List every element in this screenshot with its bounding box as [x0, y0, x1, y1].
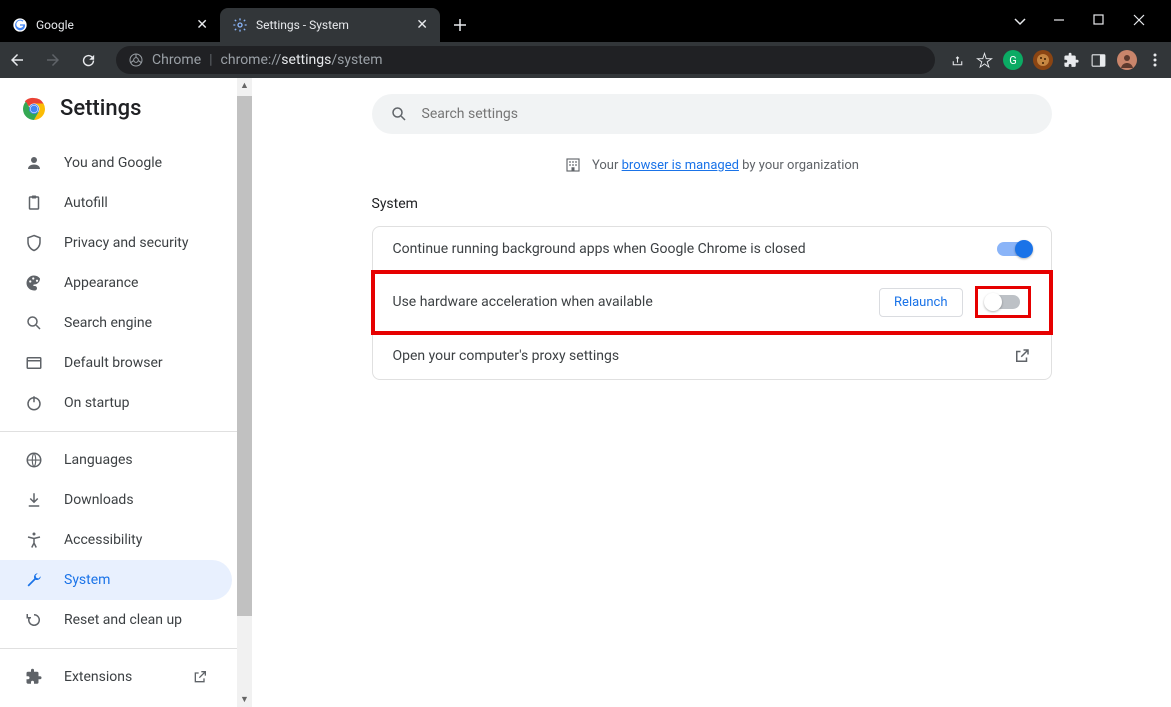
building-icon [564, 156, 582, 174]
search-settings[interactable] [372, 94, 1052, 134]
section-title: System [372, 196, 1052, 212]
sidebar-item-extensions[interactable]: Extensions [0, 657, 232, 697]
relaunch-button[interactable]: Relaunch [879, 288, 962, 317]
system-card: Continue running background apps when Go… [372, 226, 1052, 380]
chevron-down-icon[interactable] [1013, 14, 1033, 28]
menu-icon[interactable] [1147, 52, 1163, 68]
settings-brand: Settings [0, 96, 252, 139]
browser-toolbar: Chrome | chrome://settings/system G [0, 42, 1171, 78]
tab-google[interactable]: Google ✕ [0, 8, 220, 42]
person-icon [24, 154, 44, 172]
divider [0, 648, 252, 649]
sidebar-scrollbar[interactable]: ▲ ▼ [237, 78, 252, 707]
sidebar-item-accessibility[interactable]: Accessibility [0, 520, 232, 560]
divider [0, 431, 252, 432]
tab-label: Google [36, 18, 188, 32]
extension-cookie-icon[interactable] [1033, 50, 1053, 70]
sidebar-item-privacy[interactable]: Privacy and security [0, 223, 232, 263]
maximize-icon[interactable] [1093, 14, 1113, 28]
sidebar-item-autofill[interactable]: Autofill [0, 183, 232, 223]
download-icon [24, 491, 44, 509]
palette-icon [24, 274, 44, 292]
chrome-icon [128, 52, 144, 68]
accessibility-icon [24, 531, 44, 549]
open-external-icon [192, 669, 208, 685]
reload-button[interactable] [80, 52, 108, 69]
sidebar-item-reset[interactable]: Reset and clean up [0, 600, 232, 640]
sidebar-item-on-startup[interactable]: On startup [0, 383, 232, 423]
side-panel-icon[interactable] [1090, 52, 1107, 69]
browser-icon [24, 354, 44, 372]
back-button[interactable] [8, 51, 36, 69]
window-titlebar: Google ✕ Settings - System ✕ [0, 0, 1171, 42]
search-input[interactable] [422, 106, 1034, 122]
scroll-down-icon[interactable]: ▼ [237, 692, 252, 707]
tab-settings-system[interactable]: Settings - System ✕ [220, 8, 440, 42]
close-tab-icon[interactable]: ✕ [416, 17, 428, 33]
settings-sidebar: Settings You and Google Autofill Privacy… [0, 78, 252, 707]
sidebar-item-downloads[interactable]: Downloads [0, 480, 232, 520]
window-controls [1013, 14, 1171, 28]
puzzle-icon [24, 668, 44, 686]
settings-title: Settings [60, 96, 141, 121]
tab-label: Settings - System [256, 18, 408, 32]
toggle-hardware-acceleration[interactable] [986, 295, 1020, 309]
toggle-background-apps[interactable] [997, 242, 1031, 256]
clipboard-icon [24, 194, 44, 212]
highlight-box [975, 286, 1031, 318]
url-text: chrome://settings/system [221, 52, 383, 68]
scroll-up-icon[interactable]: ▲ [237, 78, 252, 93]
globe-icon [24, 451, 44, 469]
gear-favicon-icon [232, 17, 248, 33]
sidebar-item-search-engine[interactable]: Search engine [0, 303, 232, 343]
close-window-icon[interactable] [1133, 14, 1153, 28]
minimize-icon[interactable] [1053, 14, 1073, 28]
sidebar-item-default-browser[interactable]: Default browser [0, 343, 232, 383]
share-icon[interactable] [949, 52, 966, 69]
scrollbar-thumb[interactable] [237, 96, 252, 616]
close-tab-icon[interactable]: ✕ [196, 17, 208, 33]
row-hardware-acceleration: Use hardware acceleration when available… [373, 272, 1051, 333]
power-icon [24, 394, 44, 412]
forward-button[interactable] [44, 51, 72, 69]
open-external-icon [1013, 347, 1031, 365]
row-background-apps: Continue running background apps when Go… [373, 227, 1051, 272]
url-prefix: Chrome [152, 52, 201, 68]
chrome-logo-icon [22, 97, 46, 121]
search-icon [24, 314, 44, 332]
google-favicon-icon [12, 17, 28, 33]
sidebar-item-you-and-google[interactable]: You and Google [0, 143, 232, 183]
search-icon [390, 105, 408, 123]
sidebar-item-languages[interactable]: Languages [0, 440, 232, 480]
extension-grammarly-icon[interactable]: G [1003, 50, 1023, 70]
managed-link[interactable]: browser is managed [622, 158, 739, 173]
settings-content: Your browser is managed by your organiza… [252, 78, 1171, 707]
bookmark-icon[interactable] [976, 52, 993, 69]
restore-icon [24, 611, 44, 629]
shield-icon [24, 234, 44, 252]
new-tab-button[interactable] [446, 11, 474, 39]
address-bar[interactable]: Chrome | chrome://settings/system [116, 46, 935, 74]
sidebar-item-system[interactable]: System [0, 560, 232, 600]
profile-avatar-icon[interactable] [1117, 50, 1137, 70]
wrench-icon [24, 571, 44, 589]
row-proxy-settings[interactable]: Open your computer's proxy settings [373, 333, 1051, 379]
managed-notice: Your browser is managed by your organiza… [564, 156, 859, 174]
sidebar-item-appearance[interactable]: Appearance [0, 263, 232, 303]
extensions-icon[interactable] [1063, 52, 1080, 69]
